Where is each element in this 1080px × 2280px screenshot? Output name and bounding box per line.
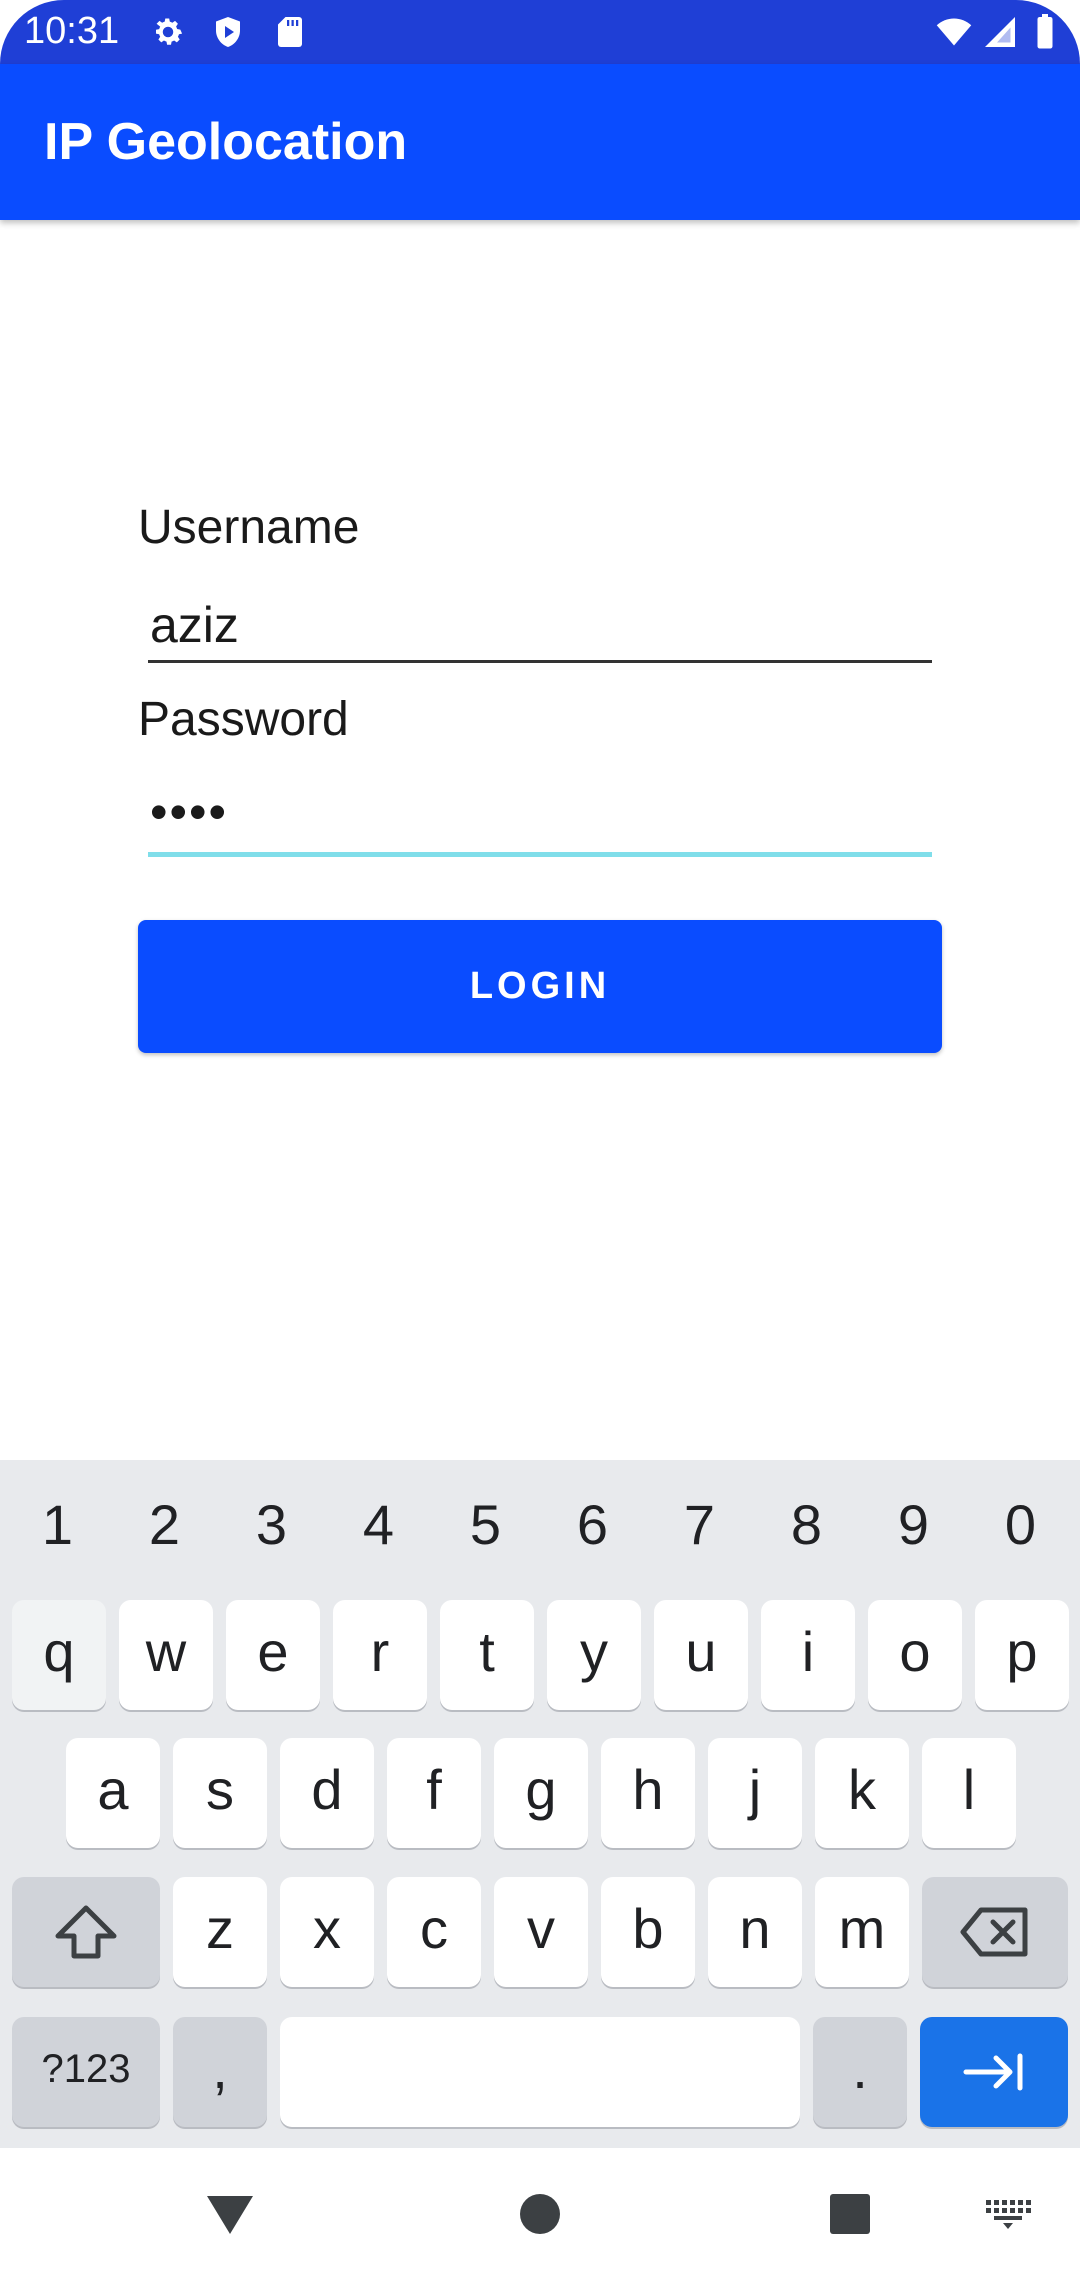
period-key[interactable]: . — [813, 2017, 907, 2127]
username-underline — [148, 660, 932, 663]
key-a[interactable]: a — [66, 1738, 160, 1848]
home-icon[interactable] — [510, 2184, 570, 2244]
backspace-icon — [922, 1877, 1068, 1987]
wifi-icon — [936, 14, 972, 50]
key-c[interactable]: c — [387, 1877, 481, 1987]
backspace-key[interactable] — [922, 1877, 1068, 1987]
key-t[interactable]: t — [440, 1600, 534, 1710]
password-field[interactable]: •••• — [148, 772, 932, 852]
key-2[interactable]: 2 — [111, 1460, 218, 1590]
key-n[interactable]: n — [708, 1877, 802, 1987]
key-0[interactable]: 0 — [967, 1460, 1074, 1590]
navigation-bar — [0, 2148, 1080, 2280]
key-r[interactable]: r — [333, 1600, 427, 1710]
keyboard-switch-icon[interactable] — [978, 2184, 1038, 2244]
key-y[interactable]: y — [547, 1600, 641, 1710]
space-key[interactable] — [280, 2017, 800, 2127]
login-button[interactable]: LOGIN — [138, 920, 942, 1053]
key-z[interactable]: z — [173, 1877, 267, 1987]
comma-key[interactable]: , — [173, 2017, 267, 2127]
key-m[interactable]: m — [815, 1877, 909, 1987]
key-6[interactable]: 6 — [539, 1460, 646, 1590]
key-9[interactable]: 9 — [860, 1460, 967, 1590]
key-l[interactable]: l — [922, 1738, 1016, 1848]
back-icon[interactable] — [200, 2184, 260, 2244]
key-4[interactable]: 4 — [325, 1460, 432, 1590]
key-x[interactable]: x — [280, 1877, 374, 1987]
cellular-signal-icon — [982, 14, 1018, 50]
key-e[interactable]: e — [226, 1600, 320, 1710]
key-s[interactable]: s — [173, 1738, 267, 1848]
key-f[interactable]: f — [387, 1738, 481, 1848]
symbols-key[interactable]: ?123 — [12, 2017, 160, 2127]
shield-play-icon — [210, 14, 246, 50]
app-title: IP Geolocation — [44, 113, 408, 171]
enter-key[interactable] — [920, 2017, 1068, 2127]
battery-icon — [1034, 14, 1064, 50]
key-d[interactable]: d — [280, 1738, 374, 1848]
key-h[interactable]: h — [601, 1738, 695, 1848]
key-8[interactable]: 8 — [753, 1460, 860, 1590]
key-7[interactable]: 7 — [646, 1460, 753, 1590]
sd-card-icon — [272, 14, 308, 50]
status-time: 10:31 — [24, 10, 120, 52]
key-b[interactable]: b — [601, 1877, 695, 1987]
key-v[interactable]: v — [494, 1877, 588, 1987]
key-p[interactable]: p — [975, 1600, 1069, 1710]
enter-tab-icon — [920, 2017, 1068, 2127]
app-bar: IP Geolocation — [0, 64, 1080, 220]
soft-keyboard: 1 2 3 4 5 6 7 8 9 0 q w e r t y u i o p … — [0, 1460, 1080, 2148]
key-3[interactable]: 3 — [218, 1460, 325, 1590]
key-i[interactable]: i — [761, 1600, 855, 1710]
shift-key[interactable] — [12, 1877, 160, 1987]
key-5[interactable]: 5 — [432, 1460, 539, 1590]
gear-icon — [150, 14, 186, 50]
key-g[interactable]: g — [494, 1738, 588, 1848]
recents-icon[interactable] — [820, 2184, 880, 2244]
key-w[interactable]: w — [119, 1600, 213, 1710]
username-field[interactable] — [148, 585, 932, 665]
password-label: Password — [138, 693, 349, 746]
key-q[interactable]: q — [12, 1600, 106, 1710]
key-u[interactable]: u — [654, 1600, 748, 1710]
key-o[interactable]: o — [868, 1600, 962, 1710]
password-underline-focused — [148, 852, 932, 857]
username-label: Username — [138, 501, 360, 554]
key-1[interactable]: 1 — [4, 1460, 111, 1590]
shift-icon — [12, 1877, 160, 1987]
status-bar: 10:31 — [0, 0, 1080, 64]
number-row: 1 2 3 4 5 6 7 8 9 0 — [0, 1460, 1080, 1590]
key-j[interactable]: j — [708, 1738, 802, 1848]
key-k[interactable]: k — [815, 1738, 909, 1848]
